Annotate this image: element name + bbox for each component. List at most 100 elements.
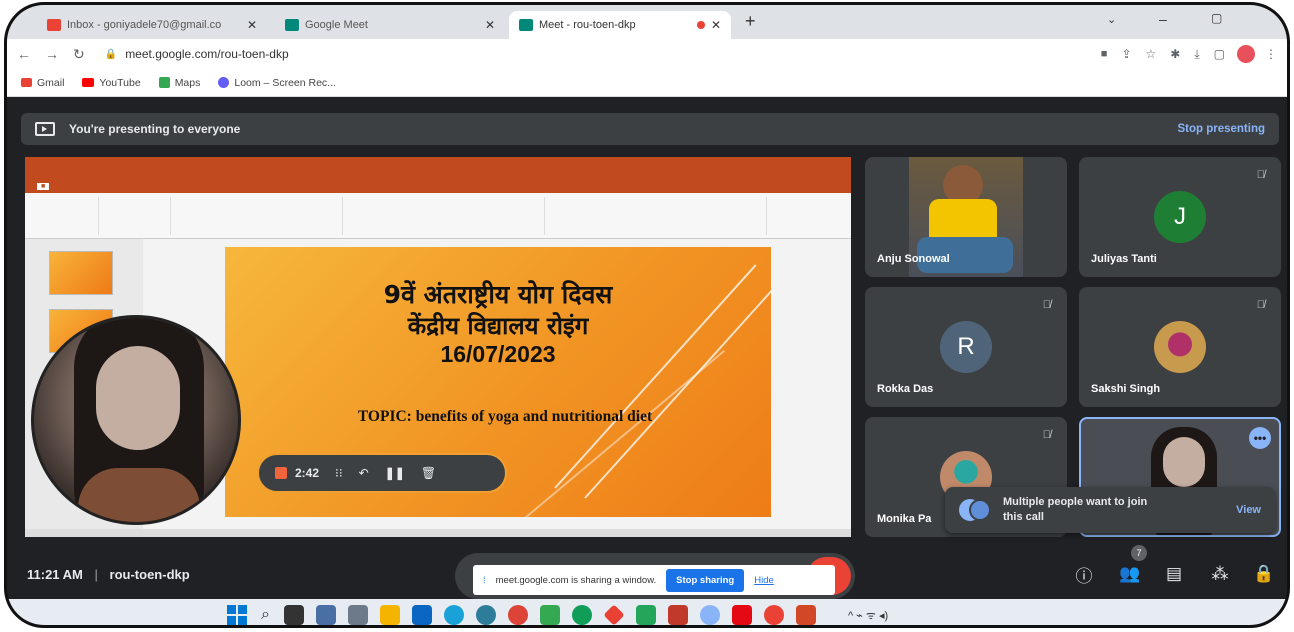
profile-avatar[interactable] <box>1237 45 1255 63</box>
extensions-icon[interactable]: ✱ <box>1170 47 1180 61</box>
app-icon[interactable] <box>571 605 592 625</box>
netflix-icon[interactable] <box>731 605 752 625</box>
slide-thumbnail[interactable] <box>49 251 113 295</box>
participant-tile[interactable]: 🎙̸ J Juliyas Tanti <box>1079 157 1281 277</box>
grid-icon[interactable]: ⁝⁝ <box>335 466 343 480</box>
edge-icon[interactable] <box>443 605 464 625</box>
powerpoint-icon[interactable] <box>795 605 816 625</box>
bookmark-gmail[interactable]: Gmail <box>21 77 64 89</box>
stop-presenting-button[interactable]: Stop presenting <box>1177 123 1265 135</box>
close-icon[interactable]: ✕ <box>247 18 257 32</box>
os-taskbar: ⌕ ^ ⌁ ᯤ ◂) <box>7 599 1287 625</box>
menu-icon[interactable]: ⋮ <box>1265 47 1277 61</box>
avatar: R <box>940 321 992 373</box>
close-icon[interactable]: ✕ <box>711 18 721 32</box>
new-tab-icon[interactable]: + <box>745 11 756 32</box>
camera-icon[interactable]: ■ <box>1101 48 1108 60</box>
maps-icon <box>158 77 170 88</box>
info-icon[interactable]: ⓘ <box>1071 561 1097 587</box>
more-options-icon[interactable]: ••• <box>1249 427 1271 449</box>
app-icon[interactable] <box>603 604 625 625</box>
bookmarks-bar: Gmail YouTube Maps Loom – Screen Rec... <box>7 69 1287 97</box>
play-icon[interactable] <box>539 605 560 625</box>
stop-record-button[interactable] <box>275 467 287 479</box>
bookmark-youtube[interactable]: YouTube <box>82 77 141 89</box>
app-icon[interactable] <box>699 605 720 625</box>
screen-frame: Inbox - goniyadele70@gmail.co ✕ Google M… <box>4 2 1290 628</box>
slide-topic: TOPIC: benefits of yoga and nutritional … <box>357 408 653 425</box>
divider: | <box>94 567 98 582</box>
chrome-icon[interactable] <box>763 605 784 625</box>
ribbon-group <box>547 197 767 235</box>
chevron-down-icon[interactable]: ⌄ <box>1107 13 1116 26</box>
camera-app-icon[interactable] <box>347 605 368 625</box>
participant-tile[interactable]: 🎙̸ Sakshi Singh <box>1079 287 1281 407</box>
join-request-notification: Multiple people want to join this call V… <box>945 487 1275 533</box>
sweater-shape <box>78 468 200 522</box>
meeting-info: 11:21 AM | rou-toen-dkp <box>27 567 190 582</box>
tab-inbox[interactable]: Inbox - goniyadele70@gmail.co ✕ <box>37 11 267 39</box>
minimize-icon[interactable]: – <box>1159 11 1167 27</box>
powerpoint-status-bar <box>25 529 851 537</box>
chat-app-icon[interactable] <box>315 605 336 625</box>
chat-icon[interactable]: ▤ <box>1161 561 1187 587</box>
task-view-icon[interactable] <box>283 605 304 625</box>
browser-tab-bar: Inbox - goniyadele70@gmail.co ✕ Google M… <box>7 5 1287 39</box>
mail-app-icon[interactable] <box>411 605 432 625</box>
window-sharing-bar: ⁞ meet.google.com is sharing a window. S… <box>473 565 835 595</box>
reload-icon[interactable]: ↻ <box>73 46 85 63</box>
windows-start-icon[interactable] <box>227 605 247 625</box>
slide-title-line2: केंद्रीय विद्यालय रोइंग <box>407 312 589 340</box>
ribbon-group <box>29 197 99 235</box>
bookmark-loom[interactable]: Loom – Screen Rec... <box>218 77 336 89</box>
participant-count-badge: 7 <box>1131 545 1147 561</box>
pause-icon[interactable]: ❚❚ <box>385 466 405 480</box>
participant-name: Juliyas Tanti <box>1091 253 1157 265</box>
ribbon-group <box>173 197 343 235</box>
star-icon[interactable]: ☆ <box>1146 47 1157 61</box>
view-button[interactable]: View <box>1236 504 1261 516</box>
stop-sharing-button[interactable]: Stop sharing <box>666 568 745 592</box>
undo-icon[interactable]: ↶ <box>359 466 369 480</box>
browser-icon[interactable] <box>475 605 496 625</box>
app-icon[interactable] <box>635 605 656 625</box>
presenting-text: You're presenting to everyone <box>69 122 241 136</box>
file-explorer-icon[interactable] <box>379 605 400 625</box>
back-icon[interactable]: ← <box>17 46 31 62</box>
present-screen-icon <box>35 122 55 136</box>
restore-icon[interactable]: ▢ <box>1211 11 1222 25</box>
slide-title-line1: 9वें अंतराष्ट्रीय योग दिवस <box>383 280 613 309</box>
tab-label: Inbox - goniyadele70@gmail.co <box>67 19 222 31</box>
powerpoint-title-bar <box>25 157 851 179</box>
chrome-icon[interactable] <box>507 605 528 625</box>
address-bar[interactable]: meet.google.com/rou-toen-dkp <box>125 47 288 61</box>
slide-date: 16/07/2023 <box>440 341 556 367</box>
share-icon[interactable]: ⇪ <box>1121 47 1131 61</box>
forward-icon[interactable]: → <box>45 46 59 62</box>
activities-icon[interactable]: ⁂ <box>1207 561 1233 587</box>
bookmark-maps[interactable]: Maps <box>158 77 200 89</box>
host-controls-icon[interactable]: 🔒 <box>1251 561 1277 587</box>
hide-button[interactable]: Hide <box>754 575 774 586</box>
mic-off-icon: 🎙̸ <box>1256 299 1265 311</box>
close-icon[interactable]: ✕ <box>485 18 495 32</box>
sidepanel-icon[interactable]: ▢ <box>1214 47 1225 61</box>
people-icon[interactable]: 👥 <box>1117 561 1143 587</box>
download-icon[interactable]: ⤓ <box>1194 47 1199 62</box>
participant-tile[interactable]: 🎙̸ R Rokka Das <box>865 287 1067 407</box>
drag-handle-icon[interactable]: ⁞ <box>483 575 486 586</box>
app-icon[interactable] <box>667 605 688 625</box>
participant-tile[interactable]: Anju Sonowal <box>865 157 1067 277</box>
participant-name: Anju Sonowal <box>877 253 950 265</box>
ribbon <box>25 193 851 239</box>
slide-decoration <box>524 350 725 517</box>
meet-icon <box>519 19 533 31</box>
presenter-camera-bubble[interactable] <box>31 315 241 525</box>
tab-google-meet[interactable]: Google Meet ✕ <box>275 11 505 39</box>
ribbon-tab-home[interactable]: ■ <box>37 182 50 190</box>
avatar <box>1154 321 1206 373</box>
search-icon[interactable]: ⌕ <box>261 606 270 624</box>
system-tray[interactable]: ^ ⌁ ᯤ ◂) <box>848 608 888 623</box>
delete-icon[interactable]: 🗑 <box>421 466 436 480</box>
tab-meet-active[interactable]: Meet - rou-toen-dkp ✕ <box>509 11 731 39</box>
